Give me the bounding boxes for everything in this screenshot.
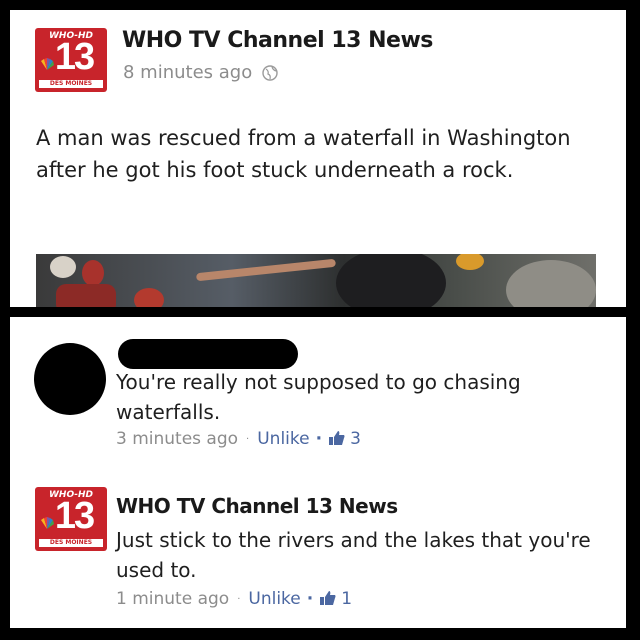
like-count[interactable]: 3 bbox=[350, 429, 361, 449]
photo-rope bbox=[195, 258, 337, 282]
like-thumb-icon bbox=[329, 431, 345, 445]
globe-icon bbox=[262, 65, 278, 81]
separator: · bbox=[246, 433, 250, 445]
photo-rescuer-body bbox=[56, 284, 116, 307]
logo-bottom-text: DES MOINES bbox=[39, 80, 103, 88]
logo-number: 13 bbox=[54, 36, 95, 78]
photo-rescuer-helmet bbox=[82, 260, 104, 286]
unlike-link[interactable]: Unlike bbox=[248, 589, 300, 609]
separator: · bbox=[315, 429, 323, 449]
unlike-link[interactable]: Unlike bbox=[257, 429, 309, 449]
commenter-name-redacted[interactable] bbox=[118, 339, 298, 369]
like-thumb-icon bbox=[320, 591, 336, 605]
who-tv-logo[interactable]: WHO-HD 13 DES MOINES bbox=[35, 28, 107, 92]
post-card: WHO-HD 13 DES MOINES WHO TV Channel 13 N… bbox=[10, 10, 626, 307]
photo-rescuer-head bbox=[50, 256, 76, 278]
separator: · bbox=[237, 593, 241, 605]
comment-time[interactable]: 3 minutes ago bbox=[116, 429, 238, 449]
logo-bottom-text: DES MOINES bbox=[39, 539, 103, 547]
post-time-label: 8 minutes ago bbox=[123, 62, 253, 83]
photo-rocks-right bbox=[506, 260, 596, 307]
commenter-avatar-redacted[interactable] bbox=[34, 343, 106, 415]
photo-rock bbox=[336, 254, 446, 307]
post-message: A man was rescued from a waterfall in Wa… bbox=[36, 126, 571, 182]
post-author[interactable]: WHO TV Channel 13 News bbox=[122, 28, 433, 53]
comment-text: You're really not supposed to go chasing… bbox=[116, 370, 521, 424]
comment-text: Just stick to the rivers and the lakes t… bbox=[116, 528, 591, 582]
like-count[interactable]: 1 bbox=[341, 589, 352, 609]
post-photo[interactable] bbox=[36, 254, 596, 307]
logo-number: 13 bbox=[54, 495, 95, 537]
photo-yellow-helmet bbox=[456, 254, 484, 270]
comment-meta: 1 minute ago · Unlike · 1 bbox=[116, 589, 352, 609]
post-timestamp[interactable]: 8 minutes ago bbox=[123, 62, 278, 83]
comments-card: You're really not supposed to go chasing… bbox=[10, 317, 626, 628]
separator: · bbox=[306, 589, 314, 609]
who-tv-logo[interactable]: WHO-HD 13 DES MOINES bbox=[35, 487, 107, 551]
photo-rescuer-red bbox=[134, 288, 164, 307]
comment-author[interactable]: WHO TV Channel 13 News bbox=[116, 494, 398, 518]
comment-time[interactable]: 1 minute ago bbox=[116, 589, 229, 609]
comment-meta: 3 minutes ago · Unlike · 3 bbox=[116, 429, 361, 449]
